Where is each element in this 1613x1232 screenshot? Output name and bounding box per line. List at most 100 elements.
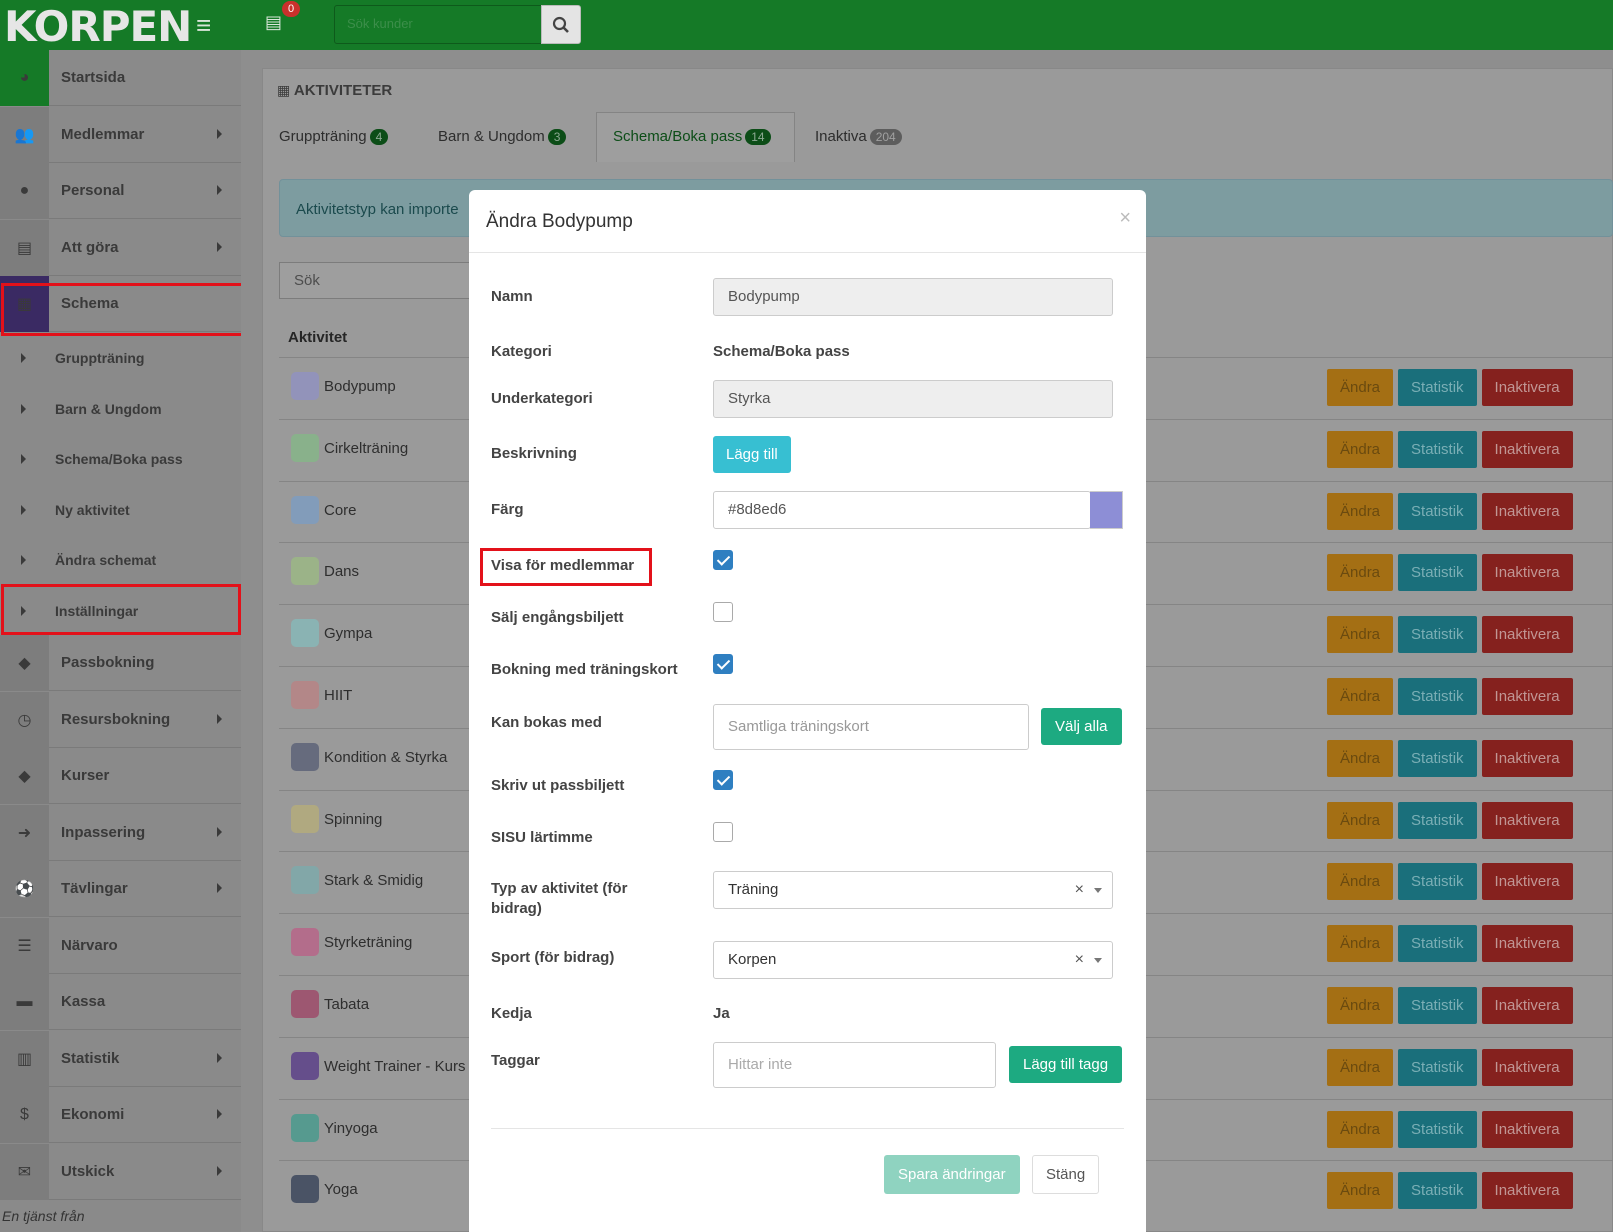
edit-button[interactable]: Ändra [1327, 678, 1394, 715]
activity-type-label-line2: bidrag) [491, 900, 542, 917]
edit-button[interactable]: Ändra [1327, 925, 1394, 963]
deactivate-button[interactable]: Inaktivera [1481, 430, 1573, 468]
edit-button[interactable]: Ändra [1327, 801, 1394, 839]
menu-toggle-icon[interactable]: ≡ [196, 10, 211, 41]
deactivate-button[interactable]: Inaktivera [1481, 863, 1573, 901]
sidebar-item-after-4[interactable]: ⚽ Tävlingar [0, 861, 241, 917]
sidebar-item-1[interactable]: 👥 Medlemmar [0, 106, 241, 163]
activity-type-select[interactable]: Träning × [713, 871, 1113, 909]
deactivate-button[interactable]: Inaktivera [1481, 1110, 1573, 1148]
booking-card-checkbox[interactable] [713, 654, 733, 674]
sidebar-item-after-7[interactable]: ▥ Statistik [0, 1030, 241, 1087]
deactivate-button[interactable]: Inaktivera [1481, 1048, 1573, 1086]
edit-button[interactable]: Ändra [1327, 1172, 1394, 1210]
sidebar-item-3[interactable]: ▤ Att göra [0, 219, 241, 276]
sidebar-item-2[interactable]: ● Personal [0, 163, 241, 219]
clear-icon[interactable]: × [1075, 881, 1084, 899]
edit-button[interactable]: Ändra [1327, 1110, 1394, 1148]
sidebar-item-after-6[interactable]: ▬ Kassa [0, 974, 241, 1030]
close-icon[interactable]: × [1119, 207, 1131, 230]
bookable-with-field[interactable]: Samtliga träningskort [713, 704, 1029, 750]
color-swatch [291, 681, 319, 709]
statistics-button[interactable]: Statistik [1398, 678, 1477, 715]
statistics-button[interactable]: Statistik [1398, 1048, 1477, 1086]
add-description-button[interactable]: Lägg till [713, 436, 791, 473]
statistics-button[interactable]: Statistik [1398, 739, 1477, 777]
sidebar-item-after-5[interactable]: ☰ Närvaro [0, 917, 241, 974]
edit-button[interactable]: Ändra [1327, 1048, 1394, 1086]
edit-button[interactable]: Ändra [1327, 554, 1394, 592]
add-tag-button[interactable]: Lägg till tagg [1009, 1046, 1123, 1083]
name-field[interactable]: Bodypump [713, 278, 1113, 316]
deactivate-button[interactable]: Inaktivera [1481, 925, 1573, 963]
color-field[interactable]: #8d8ed6 [713, 491, 1091, 529]
tab-grupptraning[interactable]: Gruppträning 4 [279, 128, 389, 145]
sidebar-item-after-0[interactable]: ◆ Passbokning [0, 635, 241, 691]
customer-search-input[interactable]: Sök kunder [334, 5, 542, 44]
statistics-button[interactable]: Statistik [1398, 801, 1477, 839]
edit-button[interactable]: Ändra [1327, 616, 1394, 654]
activity-search-input[interactable]: Sök [279, 262, 479, 299]
deactivate-button[interactable]: Inaktivera [1481, 369, 1573, 406]
print-ticket-checkbox[interactable] [713, 770, 733, 790]
statistics-button[interactable]: Statistik [1398, 925, 1477, 963]
statistics-button[interactable]: Statistik [1398, 1172, 1477, 1210]
sidebar-item-after-1[interactable]: ◷ Resursbokning [0, 691, 241, 748]
statistics-button[interactable]: Statistik [1398, 430, 1477, 468]
edit-button[interactable]: Ändra [1327, 430, 1394, 468]
deactivate-button[interactable]: Inaktivera [1481, 554, 1573, 592]
subcategory-field[interactable]: Styrka [713, 380, 1113, 418]
statistics-button[interactable]: Statistik [1398, 1110, 1477, 1148]
footer-text: En tjänst från [2, 1208, 85, 1224]
tab-inaktiva[interactable]: Inaktiva 204 [815, 128, 902, 145]
statistics-button[interactable]: Statistik [1398, 492, 1477, 530]
edit-button[interactable]: Ändra [1327, 863, 1394, 901]
notifications-icon[interactable]: ▤ [265, 12, 282, 33]
statistics-button[interactable]: Statistik [1398, 369, 1477, 406]
sidebar-item-0[interactable]: ◕ Startsida [0, 50, 241, 106]
sidebar-item-after-2[interactable]: ◆ Kurser [0, 748, 241, 804]
color-preview-swatch[interactable] [1090, 491, 1123, 529]
tags-field[interactable]: Hittar inte [713, 1042, 996, 1088]
caret-down-icon[interactable] [1094, 888, 1102, 893]
caret-down-icon[interactable] [1094, 958, 1102, 963]
sidebar-item-label: Kassa [61, 993, 106, 1010]
sidebar-subitem-1[interactable]: Barn & Ungdom [0, 384, 241, 434]
close-button[interactable]: Stäng [1032, 1155, 1100, 1194]
color-swatch [291, 1051, 319, 1080]
edit-button[interactable]: Ändra [1327, 739, 1394, 777]
deactivate-button[interactable]: Inaktivera [1481, 492, 1573, 530]
save-changes-button[interactable]: Spara ändringar [884, 1155, 1020, 1194]
sidebar-subitem-3[interactable]: Ny aktivitet [0, 485, 241, 535]
sidebar-item-after-8[interactable]: $ Ekonomi [0, 1087, 241, 1143]
clear-icon[interactable]: × [1075, 951, 1084, 969]
edit-button[interactable]: Ändra [1327, 492, 1394, 530]
search-button[interactable] [541, 5, 581, 44]
sidebar-item-after-9[interactable]: ✉ Utskick [0, 1143, 241, 1200]
deactivate-button[interactable]: Inaktivera [1481, 678, 1573, 715]
sidebar-item-after-3[interactable]: ➜ Inpassering [0, 804, 241, 861]
deactivate-button[interactable]: Inaktivera [1481, 1172, 1573, 1210]
deactivate-button[interactable]: Inaktivera [1481, 739, 1573, 777]
statistics-button[interactable]: Statistik [1398, 863, 1477, 901]
sidebar-subitem-4[interactable]: Ändra schemat [0, 535, 241, 585]
deactivate-button[interactable]: Inaktivera [1481, 987, 1573, 1024]
select-all-button[interactable]: Välj alla [1041, 708, 1122, 745]
edit-button[interactable]: Ändra [1327, 987, 1394, 1024]
sidebar-subitem-0[interactable]: Gruppträning [0, 333, 241, 383]
tab-schema-boka-pass[interactable]: Schema/Boka pass 14 [613, 128, 771, 145]
app-logo[interactable]: KORPEN [4, 2, 192, 51]
tab-barn-ungdom[interactable]: Barn & Ungdom 3 [438, 128, 567, 145]
deactivate-button[interactable]: Inaktivera [1481, 801, 1573, 839]
show-members-checkbox[interactable] [713, 550, 733, 570]
edit-button[interactable]: Ändra [1327, 369, 1394, 406]
statistics-button[interactable]: Statistik [1398, 616, 1477, 654]
sport-select[interactable]: Korpen × [713, 941, 1113, 979]
sell-single-ticket-checkbox[interactable] [713, 602, 733, 622]
statistics-button[interactable]: Statistik [1398, 987, 1477, 1024]
deactivate-button[interactable]: Inaktivera [1481, 616, 1573, 654]
row-actions: Ändra Statistik Inaktivera [1327, 1048, 1573, 1086]
statistics-button[interactable]: Statistik [1398, 554, 1477, 592]
sidebar-subitem-2[interactable]: Schema/Boka pass [0, 434, 241, 484]
sisu-checkbox[interactable] [713, 822, 733, 842]
